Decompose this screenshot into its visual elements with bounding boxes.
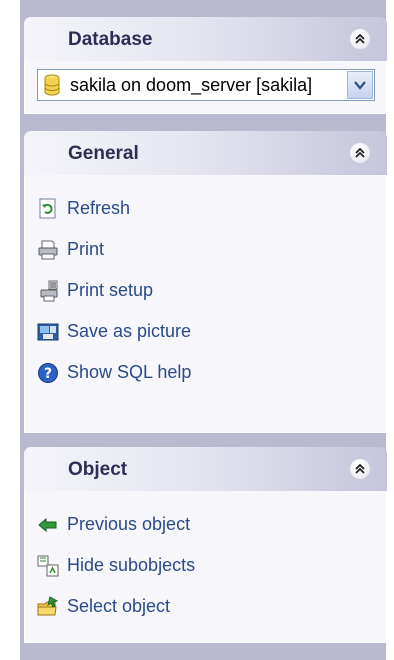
print-link[interactable]: Print: [25, 229, 386, 270]
previous-object-label: Previous object: [67, 514, 191, 534]
object-body: Previous object Hide subobjects Select o…: [24, 491, 387, 643]
object-title: Object: [68, 459, 128, 480]
print-setup-label: Print setup: [67, 280, 154, 300]
database-body: sakila on doom_server [sakila]: [24, 61, 387, 114]
database-header[interactable]: Database: [24, 17, 387, 61]
database-title: Database: [68, 29, 153, 50]
back-arrow-icon: [38, 517, 57, 533]
database-icon: [44, 74, 60, 96]
save-as-picture-link[interactable]: Save as picture: [25, 311, 386, 352]
refresh-label: Refresh: [67, 198, 131, 218]
general-body: Refresh Print Print setup Save as pictur…: [24, 175, 387, 433]
show-sql-help-label: Show SQL help: [67, 362, 192, 382]
refresh-link[interactable]: Refresh: [25, 188, 386, 229]
previous-object-link[interactable]: Previous object: [25, 504, 386, 545]
refresh-icon: [39, 198, 56, 219]
general-title: General: [68, 143, 139, 164]
general-section: General Refresh Print Print setup Save a…: [24, 131, 387, 433]
hide-subobjects-link[interactable]: Hide subobjects: [25, 545, 386, 586]
select-folder-icon: [37, 596, 59, 616]
chevron-double-up-icon[interactable]: [349, 142, 371, 164]
chevron-double-up-icon[interactable]: [349, 458, 371, 480]
hide-subobjects-icon: [37, 555, 59, 577]
object-header[interactable]: Object: [24, 447, 387, 491]
save-picture-icon: [37, 323, 59, 341]
print-setup-link[interactable]: Print setup: [25, 270, 386, 311]
print-label: Print: [67, 239, 105, 259]
select-object-link[interactable]: Select object: [25, 586, 386, 627]
database-select[interactable]: sakila on doom_server [sakila]: [37, 69, 375, 101]
select-object-label: Select object: [67, 596, 171, 616]
help-icon: ?: [38, 363, 58, 383]
save-as-picture-label: Save as picture: [67, 321, 192, 341]
chevron-down-icon[interactable]: [347, 71, 373, 99]
database-section: Database sakila on doom_server [sakila]: [24, 17, 387, 114]
general-header[interactable]: General: [24, 131, 387, 175]
svg-text:?: ?: [44, 366, 52, 382]
print-setup-icon: [40, 280, 58, 302]
printer-icon: [38, 240, 58, 260]
object-section: Object Previous object Hide subobjects S…: [24, 447, 387, 643]
show-sql-help-link[interactable]: ? Show SQL help: [25, 352, 386, 393]
database-select-value: sakila on doom_server [sakila]: [70, 75, 313, 95]
chevron-double-up-icon[interactable]: [349, 28, 371, 50]
hide-subobjects-label: Hide subobjects: [67, 555, 196, 575]
